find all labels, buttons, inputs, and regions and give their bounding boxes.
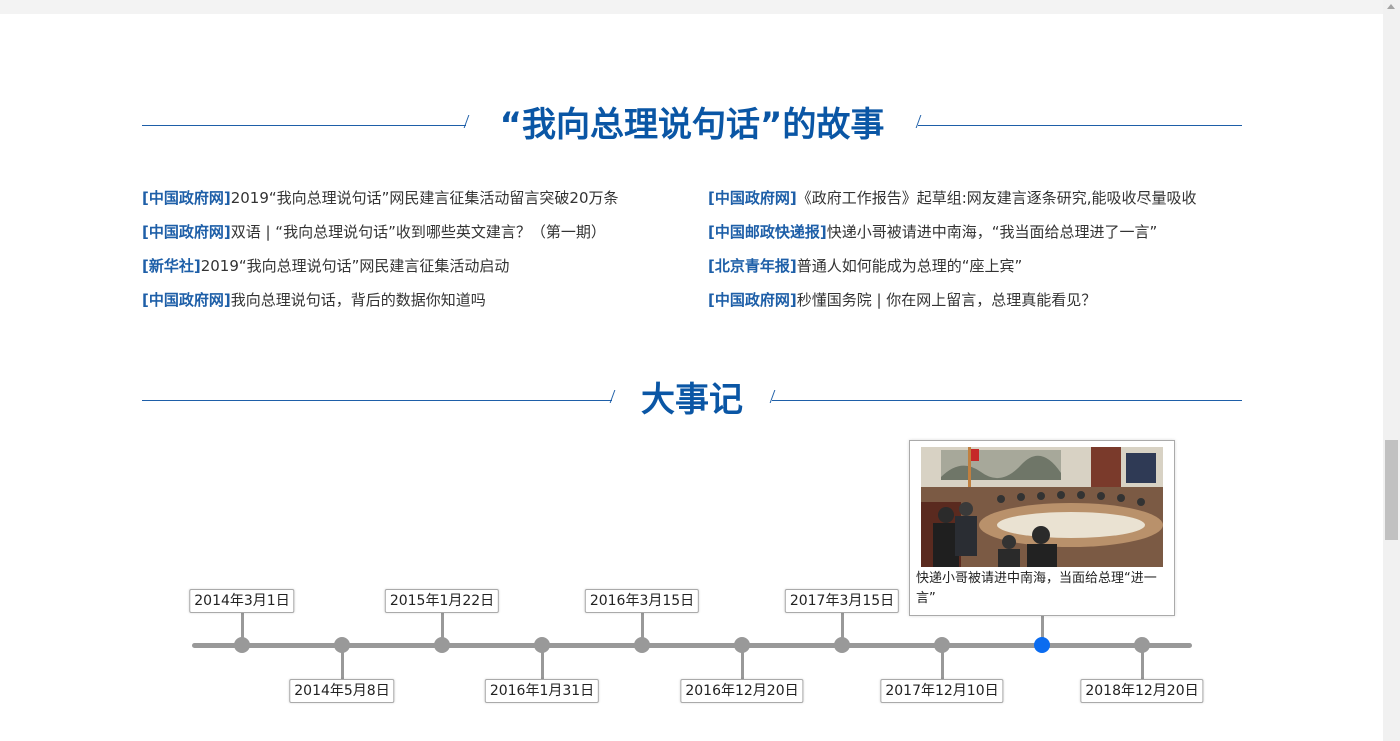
timeline-dot[interactable] — [734, 637, 750, 653]
scrollbar-thumb[interactable] — [1385, 440, 1398, 540]
timeline-date-label[interactable]: 2017年12月10日 — [880, 679, 1004, 703]
timeline-stem — [941, 650, 944, 680]
event-popup-card: 快递小哥被请进中南海，当面给总理“进一言” — [909, 440, 1175, 616]
event-photo[interactable] — [921, 447, 1163, 567]
timeline-date-label[interactable]: 2015年1月22日 — [384, 589, 500, 613]
timeline-dot[interactable] — [934, 637, 950, 653]
timeline-dot[interactable] — [434, 637, 450, 653]
timeline-stem — [541, 650, 544, 680]
meeting-photo-image — [921, 447, 1163, 567]
timeline-dot-active[interactable] — [1034, 637, 1050, 653]
timeline-date-label[interactable]: 2014年5月8日 — [289, 679, 395, 703]
timeline-dot[interactable] — [334, 637, 350, 653]
timeline-dot[interactable] — [1134, 637, 1150, 653]
timeline-date-label[interactable]: 2016年12月20日 — [680, 679, 804, 703]
timeline-date-label[interactable]: 2018年12月20日 — [1080, 679, 1204, 703]
timeline-dot[interactable] — [834, 637, 850, 653]
timeline-stem — [341, 650, 344, 680]
timeline-date-label[interactable]: 2016年3月15日 — [584, 589, 700, 613]
timeline-date-label[interactable]: 2014年3月1日 — [189, 589, 295, 613]
timeline-stem — [1141, 650, 1144, 680]
timeline-date-label[interactable]: 2016年1月31日 — [484, 679, 600, 703]
vertical-scrollbar[interactable] — [1383, 0, 1400, 741]
timeline-date-label[interactable]: 2017年3月15日 — [784, 589, 900, 613]
timeline-dot[interactable] — [234, 637, 250, 653]
scroll-up-arrow-icon[interactable] — [1387, 4, 1395, 9]
timeline: 2014年3月1日 2014年5月8日 2015年1月22日 2016年1月31日 20… — [0, 0, 1400, 741]
timeline-dot[interactable] — [534, 637, 550, 653]
event-popup-caption: 快递小哥被请进中南海，当面给总理“进一言” — [916, 571, 1157, 606]
timeline-dot[interactable] — [634, 637, 650, 653]
timeline-stem — [741, 650, 744, 680]
